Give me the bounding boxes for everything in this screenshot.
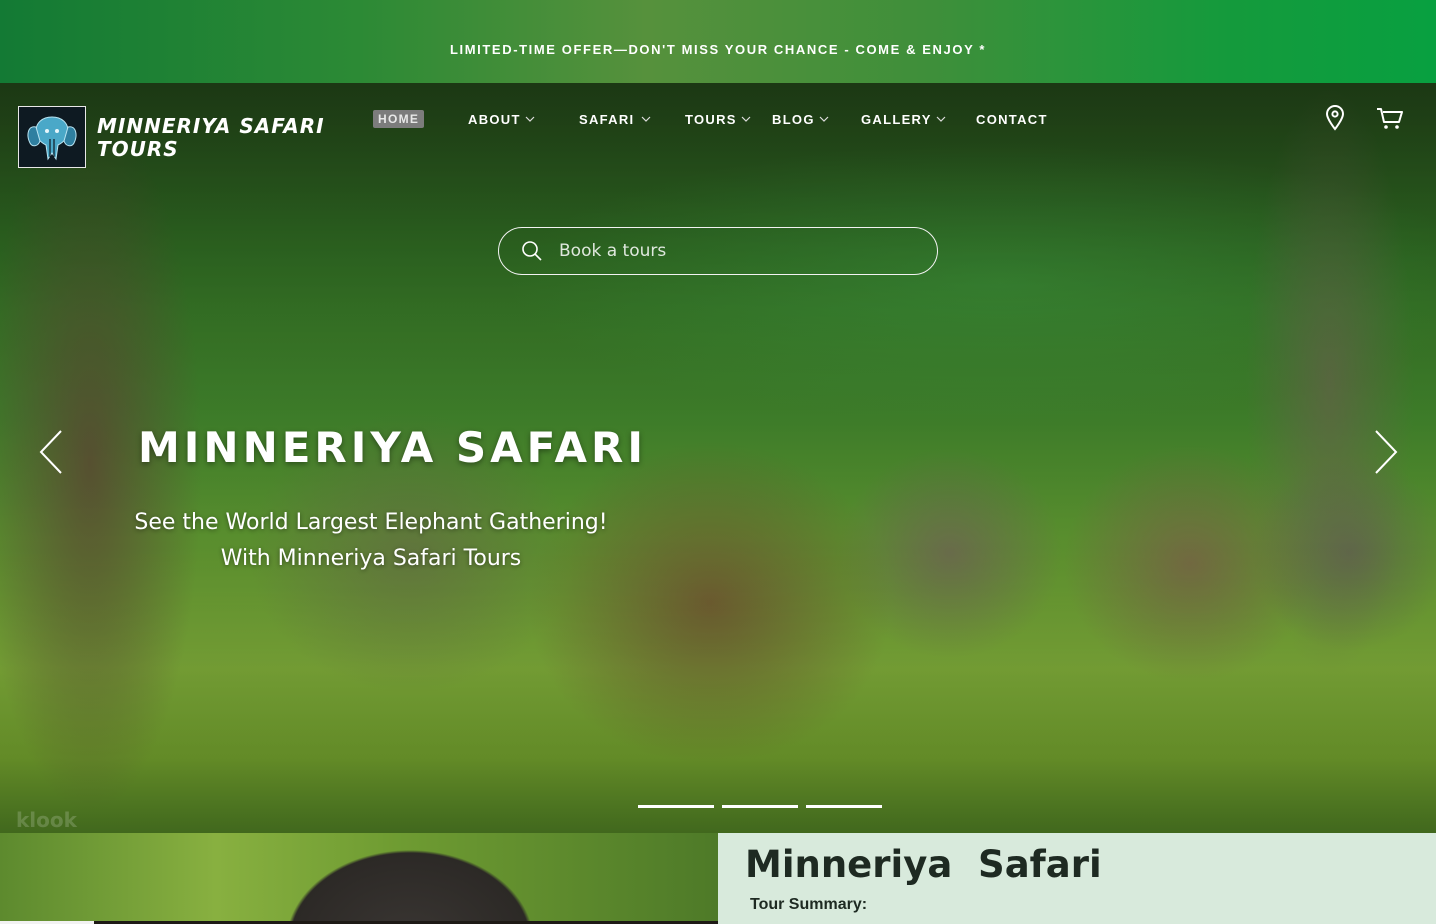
elephant-logo-icon	[27, 116, 77, 161]
promo-banner: LIMITED-TIME OFFER—DON'T MISS YOUR CHANC…	[0, 0, 1436, 83]
hero-slider: MINNERIYA SAFARI TOURS HOME ABOUT SAFARI…	[0, 83, 1436, 833]
tour-summary-panel: Minneriya Safari Tour Summary:	[718, 833, 1436, 924]
nav-item-about[interactable]: ABOUT	[468, 107, 535, 131]
nav-item-label: GALLERY	[861, 111, 932, 127]
section-title: Minneriya Safari	[745, 843, 1102, 886]
hero-subtitle: See the World Largest Elephant Gathering…	[118, 505, 624, 577]
search-icon	[522, 241, 542, 261]
chevron-down-icon	[819, 116, 829, 122]
chevron-right-icon	[1375, 430, 1398, 474]
next-slide-arrow[interactable]	[1373, 429, 1399, 479]
chevron-left-icon	[39, 430, 62, 474]
search-bar[interactable]	[498, 227, 938, 275]
hero-title: MINNERIYA SAFARI	[138, 423, 647, 472]
chevron-down-icon	[936, 116, 946, 122]
brand-line-1: MINNERIYA SAFARI	[97, 114, 325, 138]
nav-item-gallery[interactable]: GALLERY	[861, 107, 946, 131]
nav-item-label: CONTACT	[976, 111, 1048, 127]
nav-item-safari[interactable]: SAFARI	[579, 107, 651, 131]
slide-indicator-1[interactable]	[638, 805, 714, 808]
shopping-cart-icon[interactable]	[1376, 107, 1404, 135]
nav-item-label: SAFARI	[579, 111, 635, 127]
chevron-down-icon	[525, 116, 535, 122]
hero-subtitle-line-2: With Minneriya Safari Tours	[220, 546, 522, 571]
nav-item-tours[interactable]: TOURS	[685, 107, 751, 131]
tour-summary-label: Tour Summary:	[750, 896, 868, 913]
chevron-down-icon	[642, 116, 651, 122]
nav-item-label: TOURS	[685, 111, 737, 127]
search-input[interactable]	[559, 241, 899, 261]
brand-name[interactable]: MINNERIYA SAFARI TOURS	[97, 115, 325, 161]
hero-subtitle-line-1: See the World Largest Elephant Gathering…	[134, 510, 608, 535]
chevron-down-icon	[741, 116, 751, 122]
nav-item-home[interactable]: HOME	[373, 107, 425, 131]
nav-item-contact[interactable]: CONTACT	[976, 107, 1048, 131]
slide-indicator-2[interactable]	[722, 805, 798, 808]
image-watermark: klook	[16, 808, 77, 832]
nav-item-label: HOME	[373, 110, 425, 128]
brand-line-2: TOURS	[97, 137, 179, 161]
promo-text: LIMITED-TIME OFFER—DON'T MISS YOUR CHANC…	[450, 42, 986, 57]
nav-item-label: BLOG	[772, 111, 815, 127]
nav-item-label: ABOUT	[468, 111, 521, 127]
logo[interactable]	[18, 106, 86, 168]
prev-slide-arrow[interactable]	[38, 429, 64, 479]
tour-image	[0, 833, 718, 924]
location-pin-icon[interactable]	[1324, 105, 1346, 135]
slide-indicator-3[interactable]	[806, 805, 882, 808]
slide-indicators	[638, 805, 882, 808]
nav-item-blog[interactable]: BLOG	[772, 107, 829, 131]
